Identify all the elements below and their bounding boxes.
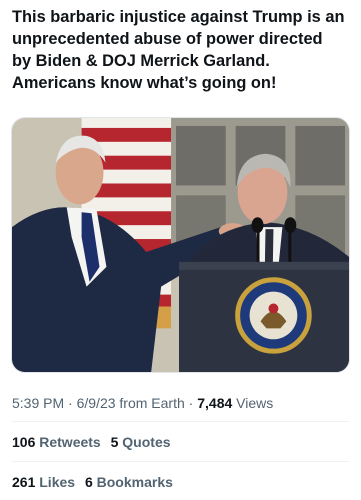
quotes-stat[interactable]: 5 Quotes [111,433,171,451]
retweets-stat[interactable]: 106 Retweets [12,433,101,451]
bookmarks-stat[interactable]: 6 Bookmarks [85,473,173,491]
tweet-text: This barbaric injustice against Trump is… [12,8,345,92]
tweet-source: from Earth [115,395,185,411]
photo-illustration [12,118,349,372]
likes-count: 261 [12,474,36,490]
tweet-meta: 5:39 PM · 6/9/23 from Earth · 7,484 View… [12,394,352,412]
quotes-label: Quotes [118,434,171,450]
engagement-row: 106 Retweets 5 Quotes [12,433,352,451]
views-count: 7,484 [197,395,233,411]
tweet-time[interactable]: 5:39 PM [12,395,64,411]
bookmarks-count: 6 [84,474,93,490]
tweet-photo[interactable] [11,117,350,373]
bookmarks-label: Bookmarks [92,474,173,490]
views-label: Views [232,395,274,411]
likes-label: Likes [35,474,76,490]
divider [12,461,349,462]
meta-separator: · [184,395,198,411]
engagement-row: 261 Likes 6 Bookmarks [12,473,352,491]
meta-separator: · [64,395,77,411]
divider [12,421,349,422]
retweets-count: 106 [12,434,36,450]
likes-stat[interactable]: 261 Likes [12,473,75,491]
retweets-label: Retweets [35,434,101,450]
tweet-date[interactable]: 6/9/23 [77,395,116,411]
